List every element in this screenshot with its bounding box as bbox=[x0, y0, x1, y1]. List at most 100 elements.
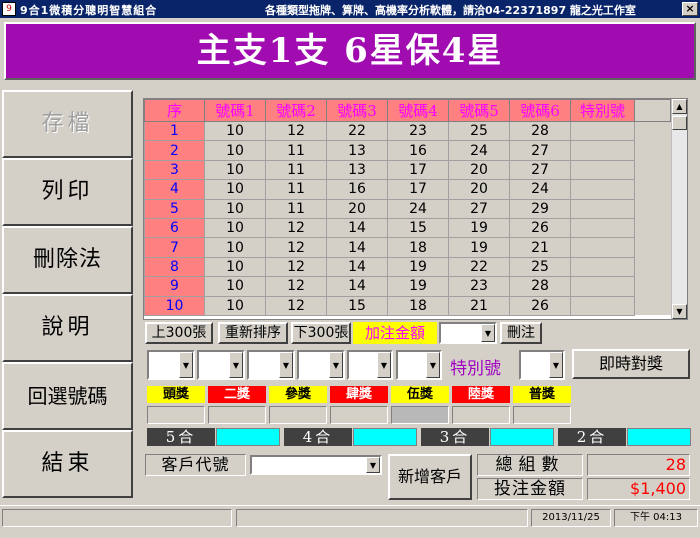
number-select-4[interactable]: ▼ bbox=[297, 350, 345, 380]
header-special[interactable]: 特別號 bbox=[570, 99, 635, 122]
row-index-cell[interactable]: 5 bbox=[144, 198, 205, 219]
help-button[interactable]: 說明 bbox=[2, 294, 133, 362]
special-number-cell[interactable] bbox=[570, 140, 635, 161]
customer-code-select[interactable]: ▼ bbox=[250, 455, 382, 475]
number-cell[interactable]: 28 bbox=[509, 120, 571, 142]
number-cell[interactable]: 16 bbox=[326, 179, 388, 200]
table-row[interactable]: 4 10 11 16 17 20 24 bbox=[144, 179, 671, 200]
number-cell[interactable]: 28 bbox=[509, 276, 571, 297]
special-number-cell[interactable] bbox=[570, 276, 635, 297]
number-cell[interactable]: 10 bbox=[204, 179, 266, 200]
table-row[interactable]: 3 10 11 13 17 20 27 bbox=[144, 159, 671, 181]
number-cell[interactable]: 19 bbox=[387, 256, 449, 278]
number-cell[interactable]: 12 bbox=[265, 295, 327, 316]
row-index-cell[interactable]: 10 bbox=[144, 295, 205, 316]
delete-bet-button[interactable]: 刪注 bbox=[500, 322, 542, 344]
number-cell[interactable]: 11 bbox=[265, 159, 327, 181]
number-cell[interactable]: 21 bbox=[448, 295, 510, 316]
table-row[interactable]: 10 10 12 15 18 21 26 bbox=[144, 295, 671, 316]
reselect-numbers-button[interactable]: 回選號碼 bbox=[2, 362, 133, 430]
delete-method-button[interactable]: 刪除法 bbox=[2, 226, 133, 294]
chevron-down-icon[interactable]: ▼ bbox=[329, 352, 343, 378]
scroll-down-icon[interactable]: ▼ bbox=[672, 304, 687, 319]
numbers-grid[interactable]: 序 號碼1 號碼2 號碼3 號碼4 號碼5 號碼6 特別號 1 10 12 22 23 2… bbox=[143, 98, 688, 320]
number-cell[interactable]: 26 bbox=[509, 217, 571, 239]
add-customer-button[interactable]: 新增客戶 bbox=[388, 454, 472, 500]
number-cell[interactable]: 10 bbox=[204, 198, 266, 219]
number-cell[interactable]: 24 bbox=[387, 198, 449, 219]
number-cell[interactable]: 20 bbox=[326, 198, 388, 219]
header-num5[interactable]: 號碼5 bbox=[448, 99, 510, 122]
special-number-cell[interactable] bbox=[570, 217, 635, 239]
chevron-down-icon[interactable]: ▼ bbox=[377, 352, 391, 378]
row-index-cell[interactable]: 2 bbox=[144, 140, 205, 161]
exit-button[interactable]: 結束 bbox=[2, 430, 133, 498]
number-cell[interactable]: 23 bbox=[387, 120, 449, 142]
number-cell[interactable]: 10 bbox=[204, 159, 266, 181]
number-cell[interactable]: 15 bbox=[326, 295, 388, 316]
number-cell[interactable]: 10 bbox=[204, 295, 266, 316]
special-number-cell[interactable] bbox=[570, 159, 635, 181]
special-number-cell[interactable] bbox=[570, 295, 635, 316]
number-cell[interactable]: 20 bbox=[448, 179, 510, 200]
number-cell[interactable]: 12 bbox=[265, 120, 327, 142]
number-cell[interactable]: 16 bbox=[387, 140, 449, 161]
grid-scrollbar[interactable]: ▲ ▼ bbox=[671, 99, 687, 319]
number-cell[interactable]: 10 bbox=[204, 256, 266, 278]
special-number-cell[interactable] bbox=[570, 179, 635, 200]
row-index-cell[interactable]: 9 bbox=[144, 276, 205, 297]
number-cell[interactable]: 11 bbox=[265, 140, 327, 161]
number-select-3[interactable]: ▼ bbox=[247, 350, 295, 380]
special-number-cell[interactable] bbox=[570, 256, 635, 278]
number-cell[interactable]: 14 bbox=[326, 276, 388, 297]
number-cell[interactable]: 13 bbox=[326, 159, 388, 181]
number-cell[interactable]: 18 bbox=[387, 237, 449, 258]
header-num1[interactable]: 號碼1 bbox=[204, 99, 266, 122]
number-cell[interactable]: 14 bbox=[326, 217, 388, 239]
header-num6[interactable]: 號碼6 bbox=[509, 99, 571, 122]
number-cell[interactable]: 22 bbox=[448, 256, 510, 278]
number-select-6[interactable]: ▼ bbox=[396, 350, 442, 380]
table-row[interactable]: 6 10 12 14 15 19 26 bbox=[144, 217, 671, 239]
number-cell[interactable]: 14 bbox=[326, 256, 388, 278]
number-cell[interactable]: 11 bbox=[265, 179, 327, 200]
chevron-down-icon[interactable]: ▼ bbox=[179, 352, 193, 378]
chevron-down-icon[interactable]: ▼ bbox=[279, 352, 293, 378]
scroll-thumb[interactable] bbox=[672, 116, 687, 130]
number-cell[interactable]: 11 bbox=[265, 198, 327, 219]
header-num2[interactable]: 號碼2 bbox=[265, 99, 327, 122]
number-cell[interactable]: 12 bbox=[265, 256, 327, 278]
number-cell[interactable]: 23 bbox=[448, 276, 510, 297]
number-cell[interactable]: 21 bbox=[509, 237, 571, 258]
table-row[interactable]: 1 10 12 22 23 25 28 bbox=[144, 120, 671, 142]
row-index-cell[interactable]: 6 bbox=[144, 217, 205, 239]
number-cell[interactable]: 27 bbox=[448, 198, 510, 219]
number-cell[interactable]: 24 bbox=[448, 140, 510, 161]
number-cell[interactable]: 14 bbox=[326, 237, 388, 258]
header-num3[interactable]: 號碼3 bbox=[326, 99, 388, 122]
row-index-cell[interactable]: 8 bbox=[144, 256, 205, 278]
chevron-down-icon[interactable]: ▼ bbox=[481, 324, 495, 342]
table-row[interactable]: 7 10 12 14 18 19 21 bbox=[144, 237, 671, 258]
table-row[interactable]: 8 10 12 14 19 22 25 bbox=[144, 256, 671, 278]
number-cell[interactable]: 24 bbox=[509, 179, 571, 200]
table-row[interactable]: 9 10 12 14 19 23 28 bbox=[144, 276, 671, 297]
scroll-up-icon[interactable]: ▲ bbox=[672, 99, 687, 114]
number-cell[interactable]: 29 bbox=[509, 198, 571, 219]
number-select-2[interactable]: ▼ bbox=[197, 350, 245, 380]
number-cell[interactable]: 19 bbox=[387, 276, 449, 297]
number-cell[interactable]: 27 bbox=[509, 159, 571, 181]
number-cell[interactable]: 20 bbox=[448, 159, 510, 181]
row-index-cell[interactable]: 4 bbox=[144, 179, 205, 200]
number-cell[interactable]: 25 bbox=[448, 120, 510, 142]
chevron-down-icon[interactable]: ▼ bbox=[366, 457, 380, 473]
number-cell[interactable]: 25 bbox=[509, 256, 571, 278]
next-300-button[interactable]: 下300張 bbox=[291, 322, 351, 344]
save-button[interactable]: 存檔 bbox=[2, 90, 133, 158]
number-cell[interactable]: 18 bbox=[387, 295, 449, 316]
number-select-1[interactable]: ▼ bbox=[147, 350, 195, 380]
number-cell[interactable]: 10 bbox=[204, 120, 266, 142]
number-cell[interactable]: 10 bbox=[204, 217, 266, 239]
header-num4[interactable]: 號碼4 bbox=[387, 99, 449, 122]
number-cell[interactable]: 10 bbox=[204, 140, 266, 161]
